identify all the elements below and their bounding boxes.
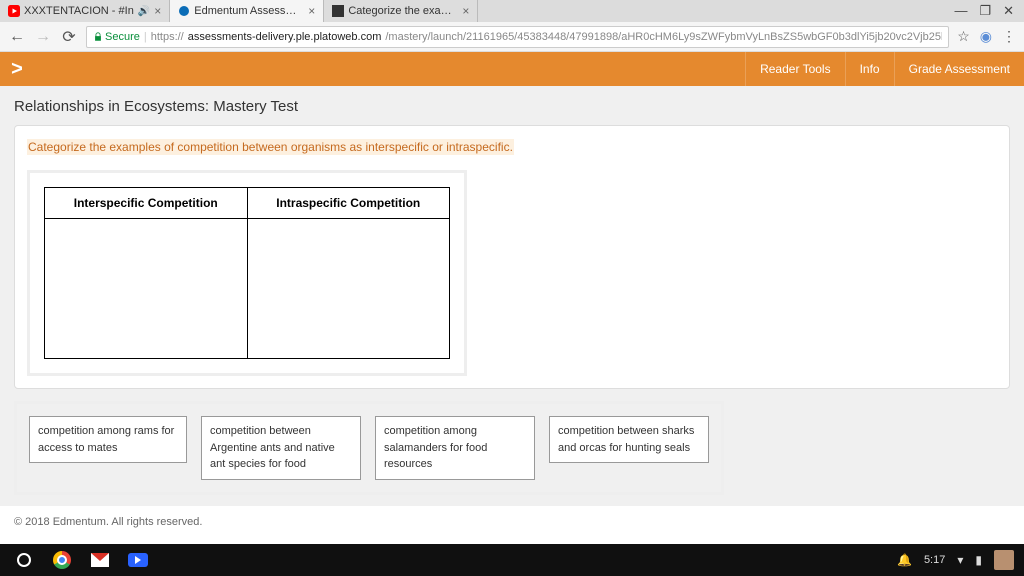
url-input[interactable]: Secure | https://assessments-delivery.pl… (86, 26, 949, 48)
tab-title: XXXTENTACION - #In (24, 5, 134, 17)
user-avatar[interactable] (994, 550, 1014, 570)
clock[interactable]: 5:17 (924, 554, 945, 566)
content-area: Relationships in Ecosystems: Mastery Tes… (0, 86, 1024, 506)
grade-assessment-link[interactable]: Grade Assessment (894, 52, 1024, 86)
system-tray: 🔔 5:17 ▾ ▮ (897, 550, 1014, 570)
answer-tile[interactable]: competition between Argentine ants and n… (201, 416, 361, 480)
page-title: Relationships in Ecosystems: Mastery Tes… (14, 98, 1010, 115)
tab-title: Categorize the example (348, 5, 458, 17)
answer-tile[interactable]: competition among rams for access to mat… (29, 416, 187, 463)
youtube-icon (8, 5, 20, 17)
wifi-icon[interactable]: ▾ (957, 553, 963, 567)
battery-icon[interactable]: ▮ (975, 553, 982, 567)
browser-tab-2[interactable]: Categorize the example × (324, 0, 478, 22)
address-bar: ← → ⟳ Secure | https://assessments-deliv… (0, 22, 1024, 52)
url-domain: assessments-delivery.ple.platoweb.com (188, 31, 382, 43)
column-header-interspecific: Interspecific Competition (45, 188, 248, 219)
browser-tab-1[interactable]: Edmentum Assessment × (170, 0, 324, 22)
back-button[interactable]: ← (8, 28, 26, 46)
audio-icon[interactable]: 🔊 (138, 6, 150, 17)
answer-tile[interactable]: competition among salamanders for food r… (375, 416, 535, 480)
footer-copyright: © 2018 Edmentum. All rights reserved. (0, 506, 1024, 538)
window-controls: — ❐ ✕ (954, 3, 1024, 19)
youtube-app-icon[interactable] (124, 546, 152, 574)
reader-tools-link[interactable]: Reader Tools (745, 52, 845, 86)
column-header-intraspecific: Intraspecific Competition (247, 188, 450, 219)
chrome-app-icon[interactable] (48, 546, 76, 574)
drop-zone-intraspecific[interactable] (247, 219, 450, 359)
reload-button[interactable]: ⟳ (60, 27, 78, 47)
close-window-button[interactable]: ✕ (1003, 3, 1014, 19)
browser-tab-strip: XXXTENTACION - #In 🔊 × Edmentum Assessme… (0, 0, 1024, 22)
extension-icon[interactable]: ◉ (980, 28, 992, 45)
gmail-app-icon[interactable] (86, 546, 114, 574)
notification-icon[interactable]: 🔔 (897, 553, 912, 567)
question-card: Categorize the examples of competition b… (14, 125, 1010, 389)
drop-zone-container: Interspecific Competition Intraspecific … (27, 170, 467, 376)
bookmark-icon[interactable]: ☆ (957, 28, 970, 45)
info-link[interactable]: Info (845, 52, 894, 86)
answer-tile[interactable]: competition between sharks and orcas for… (549, 416, 709, 463)
edmentum-icon (178, 5, 190, 17)
assessment-header: > Reader Tools Info Grade Assessment (0, 52, 1024, 86)
answer-tiles-container: competition among rams for access to mat… (14, 401, 724, 495)
plato-icon (332, 5, 344, 17)
os-taskbar: 🔔 5:17 ▾ ▮ (0, 544, 1024, 576)
browser-tab-0[interactable]: XXXTENTACION - #In 🔊 × (0, 0, 170, 22)
categorize-table: Interspecific Competition Intraspecific … (44, 187, 450, 359)
drop-zone-interspecific[interactable] (45, 219, 248, 359)
menu-icon[interactable]: ⋮ (1002, 28, 1016, 45)
close-icon[interactable]: × (462, 4, 469, 18)
tab-title: Edmentum Assessment (194, 5, 304, 17)
url-path: /mastery/launch/21161965/45383448/479918… (385, 31, 942, 43)
launcher-button[interactable] (10, 546, 38, 574)
minimize-button[interactable]: — (954, 3, 967, 19)
restore-button[interactable]: ❐ (979, 3, 991, 19)
forward-button[interactable]: → (34, 28, 52, 46)
next-button[interactable]: > (0, 52, 34, 86)
question-text: Categorize the examples of competition b… (27, 139, 514, 155)
secure-label: Secure (105, 31, 140, 43)
secure-indicator: Secure (93, 31, 140, 43)
close-icon[interactable]: × (308, 4, 315, 18)
lock-icon (93, 32, 103, 42)
close-icon[interactable]: × (154, 4, 161, 18)
